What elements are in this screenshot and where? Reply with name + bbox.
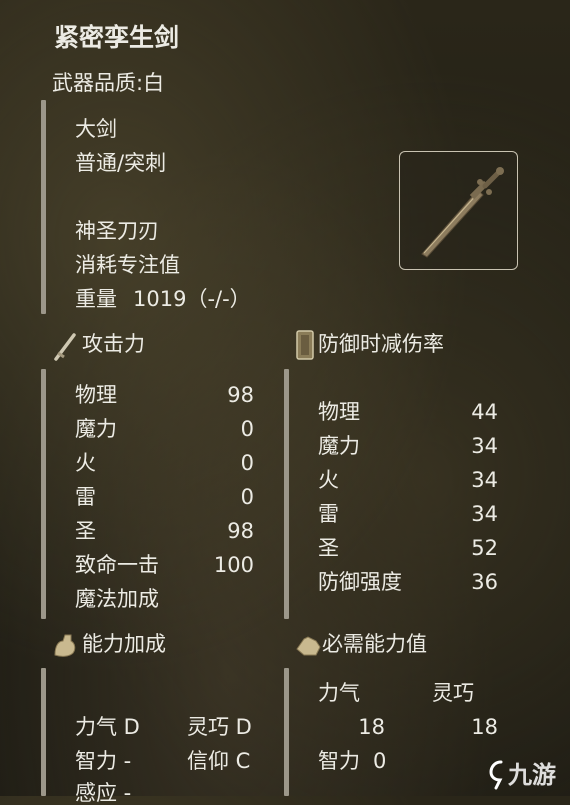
- scaling-intelligence: 智力 -: [75, 749, 132, 773]
- weapon-type: 大剑: [75, 117, 117, 141]
- weapon-name: 紧密孪生剑: [54, 23, 180, 52]
- attack-value-lightning: 0: [240, 485, 254, 509]
- defense-value-physical: 44: [471, 400, 498, 424]
- scaling-faith: 信仰 C: [187, 749, 251, 773]
- attack-title: 攻击力: [82, 332, 145, 356]
- weight-label: 重量: [75, 287, 117, 311]
- weapon-quality: 武器品质:白: [52, 71, 165, 95]
- crossed-sword-icon: [52, 331, 78, 365]
- scaling-arcane: 感应 -: [75, 781, 132, 805]
- defense-value-lightning: 34: [471, 502, 498, 526]
- defense-value-guard-boost: 36: [471, 570, 498, 594]
- attack-divider: [41, 369, 46, 619]
- watermark-text: 九游: [508, 761, 556, 789]
- attack-label-holy: 圣: [75, 519, 96, 543]
- attack-label-magic: 魔力: [75, 417, 117, 441]
- attack-value-holy: 98: [227, 519, 254, 543]
- flexed-arm-icon: [51, 631, 79, 663]
- attack-value-physical: 98: [227, 383, 254, 407]
- weapon-skill: 神圣刀刃: [75, 219, 159, 243]
- attack-label-fire: 火: [75, 451, 96, 475]
- defense-value-magic: 34: [471, 434, 498, 458]
- req-intelligence-label: 智力: [318, 749, 360, 773]
- defense-label-magic: 魔力: [318, 434, 360, 458]
- attack-label-lightning: 雷: [75, 485, 96, 509]
- req-intelligence-value: 0: [373, 749, 387, 773]
- attack-value-magic: 0: [240, 417, 254, 441]
- defense-value-fire: 34: [471, 468, 498, 492]
- defense-divider: [284, 369, 289, 619]
- scaling-dexterity: 灵巧 D: [187, 715, 252, 739]
- fp-cost: 消耗专注值: [75, 253, 180, 277]
- scaling-divider: [41, 668, 46, 796]
- hand-icon: [294, 631, 322, 663]
- weight-value: 1019（-/-）: [133, 287, 251, 311]
- defense-title: 防御时减伤率: [318, 332, 444, 356]
- greatsword-icon: [421, 167, 504, 258]
- attack-type: 普通/突刺: [75, 151, 167, 175]
- defense-value-holy: 52: [471, 536, 498, 560]
- scaling-strength: 力气 D: [75, 715, 140, 739]
- attack-value-critical: 100: [213, 553, 254, 577]
- defense-label-physical: 物理: [318, 400, 360, 424]
- defense-label-holy: 圣: [318, 536, 339, 560]
- defense-label-fire: 火: [318, 468, 339, 492]
- attack-value-fire: 0: [240, 451, 254, 475]
- shield-icon: [295, 329, 315, 365]
- requirements-divider: [284, 668, 289, 796]
- defense-label-lightning: 雷: [318, 502, 339, 526]
- info-divider: [41, 100, 46, 314]
- attack-label-spell-buff: 魔法加成: [75, 587, 159, 611]
- req-dexterity-label: 灵巧: [432, 681, 474, 705]
- attack-label-physical: 物理: [75, 383, 117, 407]
- requirements-title: 必需能力值: [322, 632, 427, 656]
- req-strength-label: 力气: [318, 681, 360, 705]
- scaling-title: 能力加成: [82, 632, 166, 656]
- weapon-image: [399, 151, 518, 270]
- defense-label-guard-boost: 防御强度: [318, 570, 402, 594]
- req-strength-value: 18: [358, 715, 385, 739]
- attack-label-critical: 致命一击: [75, 553, 159, 577]
- req-dexterity-value: 18: [471, 715, 498, 739]
